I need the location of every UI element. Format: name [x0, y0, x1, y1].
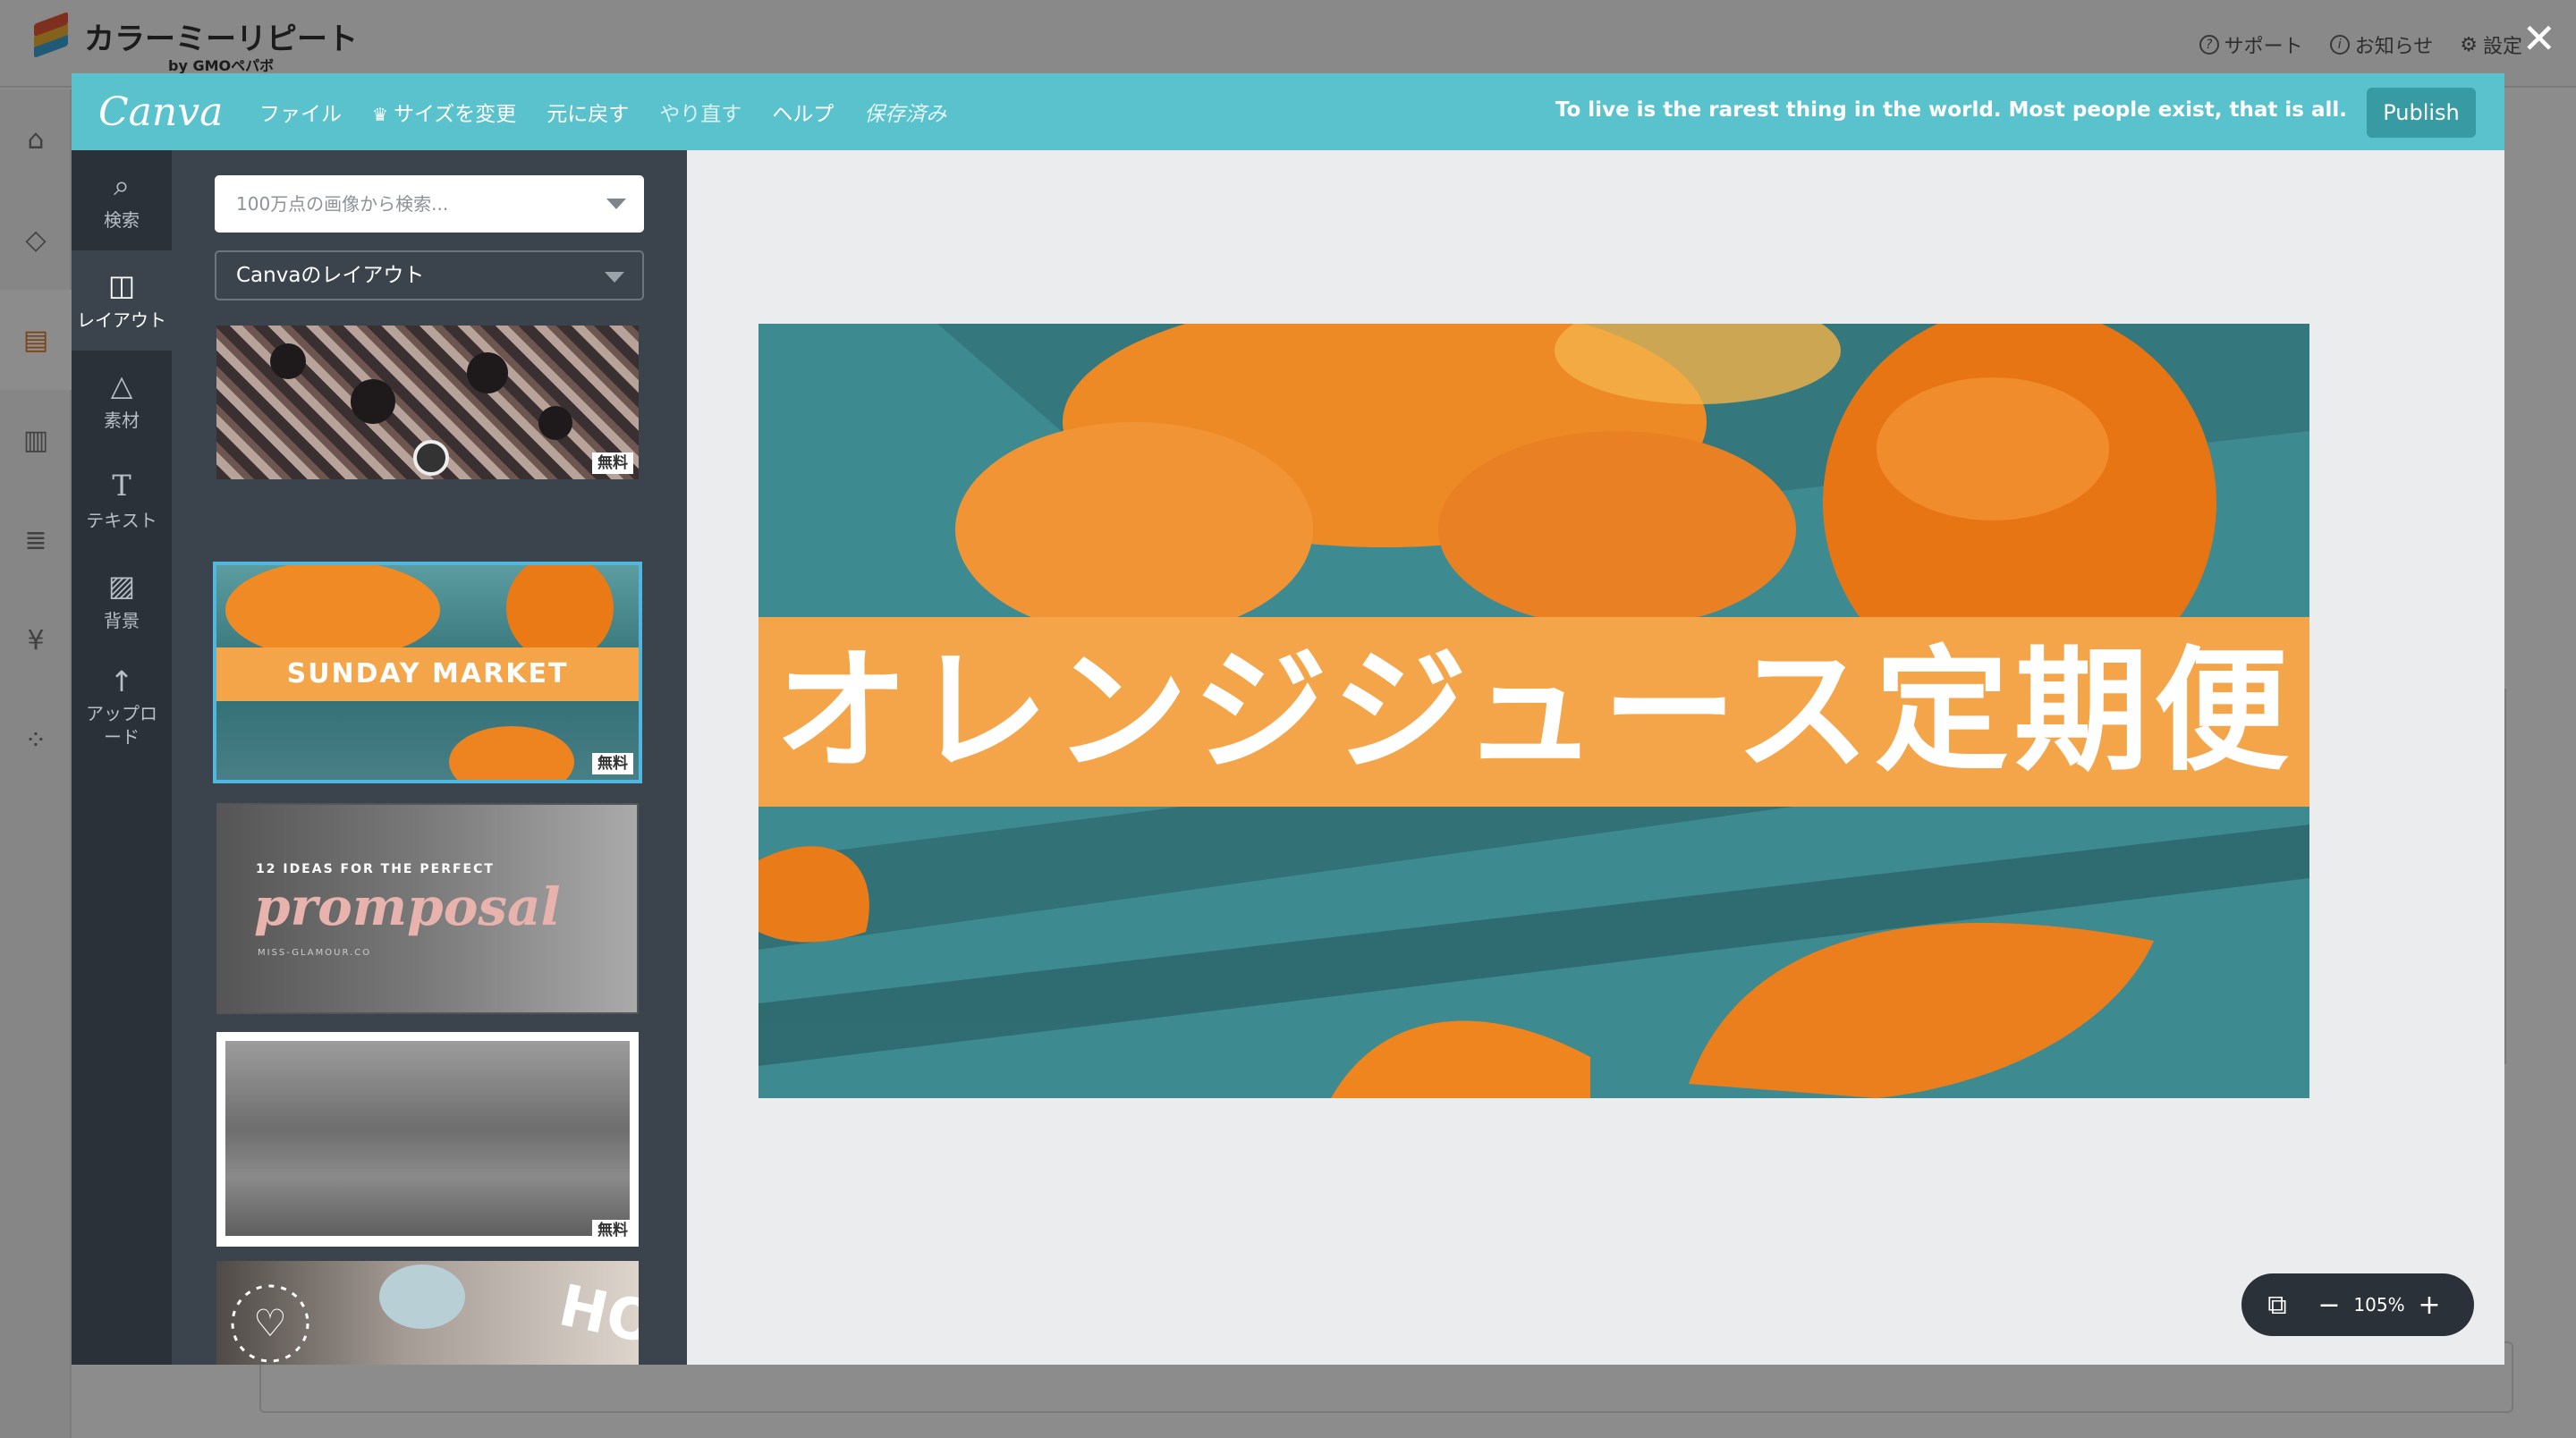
- menu-redo[interactable]: やり直す: [659, 97, 741, 127]
- canva-logo[interactable]: Canva: [98, 89, 233, 135]
- crown-icon: ♛: [372, 104, 388, 125]
- free-badge: 無料: [592, 453, 633, 474]
- publish-button[interactable]: Publish: [2367, 88, 2476, 138]
- design-title-text[interactable]: オレンジジュース定期便: [758, 617, 2309, 807]
- menu-file[interactable]: ファイル: [259, 97, 342, 127]
- image-search-input[interactable]: 100万点の画像から検索...: [215, 175, 644, 233]
- svg-text:♡: ♡: [253, 1301, 287, 1345]
- design-page[interactable]: オレンジジュース定期便: [758, 324, 2309, 1098]
- tool-rail: ⌕ 検索 ◫ レイアウト △ 素材 T テキスト ▨ 背景 ↑ アップロード: [72, 150, 172, 1365]
- layout-select[interactable]: Canvaのレイアウト: [215, 250, 644, 300]
- text-icon: T: [112, 468, 131, 503]
- search-icon: ⌕: [114, 167, 130, 202]
- menu-undo[interactable]: 元に戻す: [547, 97, 629, 127]
- design-canvas-area[interactable]: オレンジジュース定期便 ⧉ − 105% +: [687, 150, 2504, 1365]
- layout-thumbnail-sunday-market[interactable]: SUNDAY MARKET 無料: [213, 562, 642, 783]
- layout-icon: ◫: [107, 267, 136, 302]
- tool-layout[interactable]: ◫ レイアウト: [72, 250, 172, 351]
- canva-menu: ファイル ♛ サイズを変更 元に戻す やり直す ヘルプ 保存済み: [259, 97, 946, 127]
- thumbnail-title: promposal: [254, 876, 561, 937]
- river-photo: [225, 1041, 630, 1236]
- svg-text:HO!: HO!: [554, 1273, 639, 1363]
- tool-background[interactable]: ▨ 背景: [72, 551, 172, 651]
- layout-panel: 100万点の画像から検索... Canvaのレイアウト 無料 SUNDAY MA…: [172, 150, 687, 1365]
- layout-thumbnail-cafe[interactable]: 無料: [216, 326, 639, 479]
- elements-icon: △: [110, 368, 133, 402]
- layout-thumbnail-river[interactable]: 無料: [216, 1032, 639, 1247]
- tool-search[interactable]: ⌕ 検索: [72, 150, 172, 250]
- thumbnail-site: MISS-GLAMOUR.CO: [258, 948, 372, 958]
- zoom-controls: ⧉ − 105% +: [2241, 1273, 2474, 1336]
- layout-thumbnail-coffee[interactable]: ♡ HO!: [216, 1261, 639, 1365]
- zoom-out-button[interactable]: −: [2313, 1290, 2345, 1321]
- close-icon[interactable]: ✕: [2521, 18, 2556, 59]
- chevron-down-icon: [605, 272, 624, 283]
- upload-icon: ↑: [109, 664, 134, 698]
- thumbnail-title: SUNDAY MARKET: [216, 647, 639, 701]
- free-badge: 無料: [592, 753, 633, 774]
- canva-topbar: Canva ファイル ♛ サイズを変更 元に戻す やり直す ヘルプ 保存済み To…: [72, 73, 2504, 150]
- tool-text[interactable]: T テキスト: [72, 451, 172, 551]
- save-status: 保存済み: [864, 103, 947, 126]
- menu-resize[interactable]: ♛ サイズを変更: [372, 97, 516, 127]
- zoom-in-button[interactable]: +: [2413, 1290, 2445, 1321]
- zoom-level[interactable]: 105%: [2345, 1294, 2413, 1315]
- present-icon[interactable]: ⧉: [2241, 1290, 2313, 1321]
- design-title[interactable]: To live is the rarest thing in the world…: [1555, 98, 2347, 122]
- canva-editor: Canva ファイル ♛ サイズを変更 元に戻す やり直す ヘルプ 保存済み To…: [72, 73, 2504, 1365]
- tool-upload[interactable]: ↑ アップロード: [72, 651, 172, 764]
- layout-thumbnail-promposal[interactable]: 12 IDEAS FOR THE PERFECT promposal MISS-…: [216, 803, 639, 1014]
- chevron-down-icon[interactable]: [606, 199, 626, 209]
- menu-help[interactable]: ヘルプ: [772, 97, 834, 127]
- background-icon: ▨: [107, 568, 136, 603]
- thumbnail-subtitle: 12 IDEAS FOR THE PERFECT: [256, 862, 495, 876]
- free-badge: 無料: [592, 1220, 633, 1241]
- tool-elements[interactable]: △ 素材: [72, 351, 172, 451]
